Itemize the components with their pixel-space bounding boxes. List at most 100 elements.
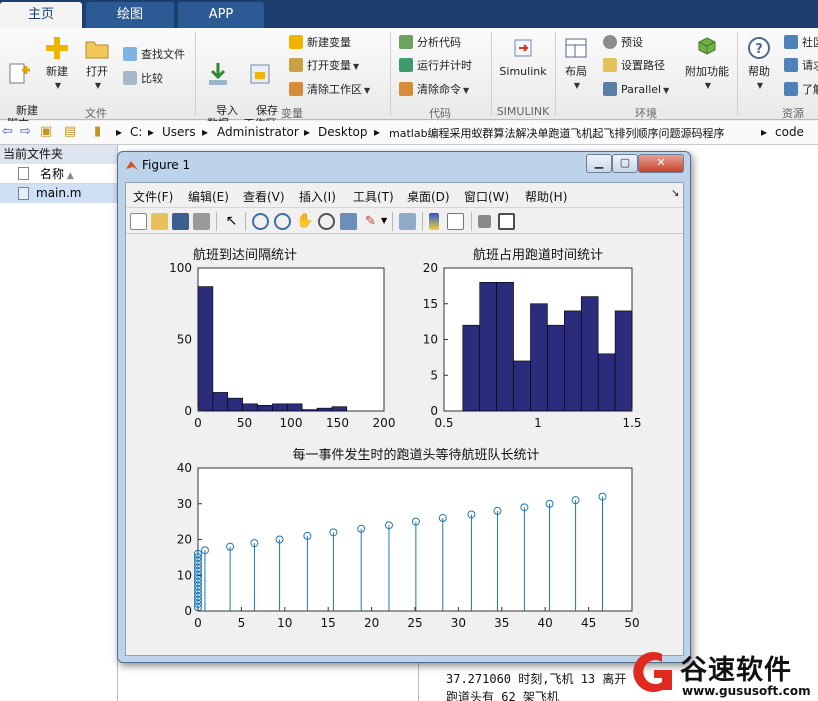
add-ons-button[interactable]: 附加功能 ▼ (683, 34, 731, 92)
axes-runway-occupancy[interactable]: 航班占用跑道时间统计 0.5 1 1.5 0 5 10 15 20 (423, 247, 642, 430)
group-label-code: 代码 (429, 107, 451, 120)
figure-toolbar: ↖ ✋ ✎ ▼ (126, 207, 683, 234)
figure-title: Figure 1 (142, 158, 191, 172)
analyze-code-icon (399, 35, 413, 49)
help-icon: ? (748, 37, 770, 59)
zoom-out-icon[interactable] (274, 213, 291, 230)
request-support-icon (784, 58, 798, 72)
pan-hand-icon[interactable]: ✋ (296, 213, 313, 230)
breadcrumb-item[interactable]: Users (162, 125, 196, 139)
analyze-code-button[interactable]: 分析代码 (399, 33, 461, 53)
save-icon[interactable] (172, 213, 189, 230)
brush-icon[interactable]: ✎ (362, 213, 379, 230)
request-support-button[interactable]: 请求 (784, 56, 818, 76)
browse-folder-icon[interactable]: ▤ (64, 124, 76, 139)
breadcrumb-item[interactable]: C: (130, 125, 142, 139)
y-tick-label: 20 (423, 261, 438, 275)
breadcrumb-item[interactable]: Desktop (318, 125, 368, 139)
find-files-button[interactable]: 查找文件 (123, 45, 185, 65)
rotate-3d-icon[interactable] (318, 213, 335, 230)
preferences-button[interactable]: 预设 (603, 33, 643, 53)
histogram-bar (479, 281, 497, 412)
up-folder-icon[interactable]: ▣ (40, 124, 52, 139)
menu-file[interactable]: 文件(F) (133, 188, 173, 205)
open-variable-button[interactable]: 打开变量 ▼ (289, 56, 359, 76)
column-header-name[interactable]: 名称 ▲ (0, 164, 117, 184)
histogram-bar (496, 281, 514, 412)
new-variable-button[interactable]: 新建变量 (289, 33, 351, 53)
x-tick-label: 0 (194, 416, 202, 430)
y-tick-label: 50 (177, 333, 192, 347)
tab-plots[interactable]: 绘图 (86, 2, 174, 28)
data-cursor-icon[interactable] (340, 213, 357, 230)
x-tick-label: 10 (277, 616, 292, 630)
histogram-bar (597, 353, 616, 412)
breadcrumb-item[interactable]: code (775, 125, 804, 139)
set-path-button[interactable]: 设置路径 (603, 56, 665, 76)
group-separator (555, 32, 556, 116)
group-separator (390, 32, 391, 116)
menu-window[interactable]: 窗口(W) (464, 188, 509, 205)
menu-tools[interactable]: 工具(T) (353, 188, 394, 205)
maximize-button[interactable]: ▢ (612, 154, 638, 173)
link-plot-icon[interactable] (399, 213, 416, 230)
hide-plot-tools-icon[interactable] (478, 215, 491, 228)
gear-icon (603, 35, 617, 49)
toolbar-separator (216, 212, 217, 231)
new-figure-icon[interactable] (130, 213, 147, 230)
community-button[interactable]: 社区 (784, 33, 818, 53)
forward-arrow-icon[interactable]: ⇨ (20, 124, 31, 139)
plot-area (197, 467, 633, 612)
menu-desktop[interactable]: 桌面(D) (407, 188, 450, 205)
zoom-in-icon[interactable] (252, 213, 269, 230)
parallel-button[interactable]: Parallel ▼ (603, 80, 669, 100)
print-icon[interactable] (193, 213, 210, 230)
chevron-down-icon[interactable]: ▼ (381, 216, 387, 225)
x-tick-label: 50 (624, 616, 639, 630)
show-plot-tools-icon[interactable] (498, 213, 515, 230)
file-row-main[interactable]: main.m (0, 184, 117, 203)
compare-button[interactable]: 比较 (123, 69, 163, 89)
close-button[interactable]: ✕ (638, 154, 684, 173)
open-button[interactable]: 打开 ▼ (82, 34, 112, 92)
svg-text:?: ? (755, 42, 763, 57)
breadcrumb-item[interactable]: Administrator (217, 125, 299, 139)
minimize-button[interactable]: ▁ (586, 154, 612, 173)
axes-queue-length[interactable]: 每一事件发生时的跑道头等待航班队长统计 0 5 10 15 20 25 30 35 40 45 50… (177, 447, 640, 630)
breadcrumb-item[interactable]: matlab编程采用蚁群算法解决单跑道飞机起飞排列顺序问题源码程序 (389, 125, 725, 141)
run-and-time-button[interactable]: 运行并计时 (399, 56, 472, 76)
legend-icon[interactable] (447, 213, 464, 230)
back-arrow-icon[interactable]: ⇦ (2, 124, 13, 139)
histogram-bar (257, 404, 273, 412)
group-label-variable: 变量 (281, 107, 303, 120)
y-tick-label: 0 (184, 404, 192, 418)
dock-arrow-icon[interactable]: ↘ (671, 188, 679, 199)
clear-commands-button[interactable]: 清除命令 ▼ (399, 80, 469, 100)
clear-workspace-button[interactable]: 清除工作区 ▼ (289, 80, 370, 100)
tab-apps[interactable]: APP (178, 2, 264, 28)
menu-edit[interactable]: 编辑(E) (188, 188, 229, 205)
watermark-url: www.gususoft.com (682, 684, 811, 698)
new-button[interactable]: 新建 ▼ (42, 34, 72, 92)
axes-arrival-interval[interactable]: 航班到达间隔统计 0 50 100 150 200 0 50 100 (169, 247, 395, 430)
breadcrumb-separator: ▸ (148, 125, 155, 139)
help-button[interactable]: ? 帮助 ▼ (744, 34, 774, 92)
open-file-icon[interactable] (151, 213, 168, 230)
colorbar-icon[interactable] (429, 213, 439, 230)
learn-matlab-button[interactable]: 了解 (784, 80, 818, 100)
figure-window[interactable]: Figure 1 ▁ ▢ ✕ 文件(F) 编辑(E) 查看(V) 插入(I) 工… (117, 151, 691, 663)
tab-home[interactable]: 主页 (0, 2, 82, 28)
open-variable-icon (289, 58, 303, 72)
menu-help[interactable]: 帮助(H) (525, 188, 567, 205)
simulink-button[interactable]: Simulink (498, 34, 548, 78)
command-output-line: 37.271060 时刻,飞机 13 离开 (446, 672, 627, 686)
layout-button[interactable]: 布局 ▼ (561, 34, 591, 92)
histogram-bar (547, 324, 565, 412)
sort-ascending-icon: ▲ (64, 171, 74, 181)
x-tick-label: 45 (581, 616, 596, 630)
menu-view[interactable]: 查看(V) (243, 188, 285, 205)
menu-insert[interactable]: 插入(I) (299, 188, 336, 205)
histogram-bar (564, 310, 582, 412)
pointer-icon[interactable]: ↖ (223, 213, 240, 230)
toolbar-separator (392, 212, 393, 231)
